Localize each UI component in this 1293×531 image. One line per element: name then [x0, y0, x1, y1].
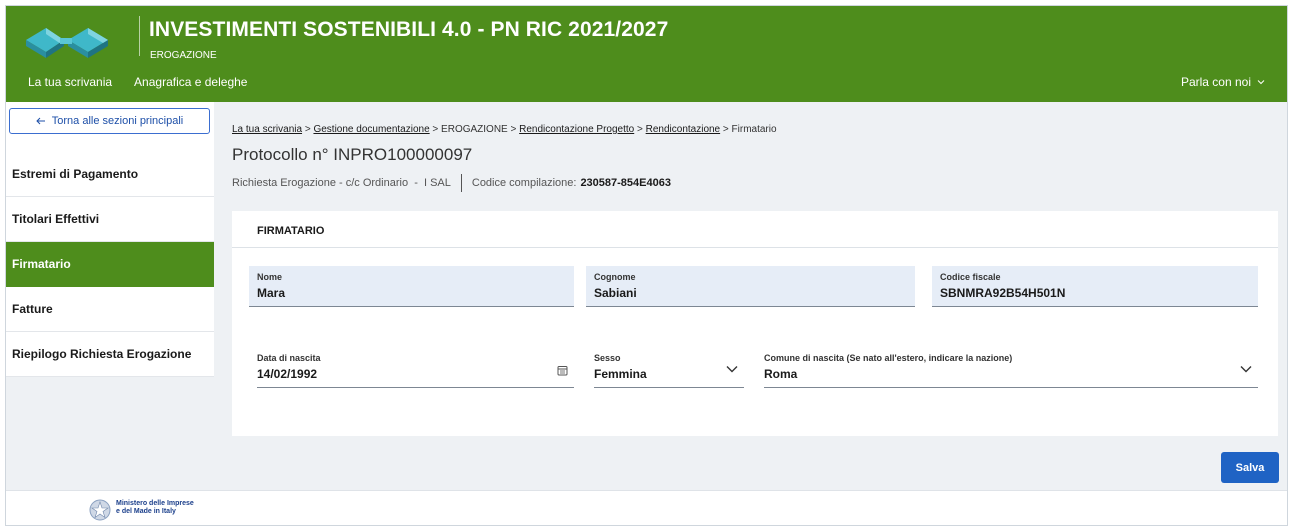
- breadcrumb-link-gestione[interactable]: Gestione documentazione: [313, 124, 429, 135]
- data-nascita-field[interactable]: Data di nascita 14/02/1992: [257, 347, 574, 388]
- comune-nascita-value: Roma: [764, 367, 798, 381]
- sidebar-item-estremi[interactable]: Estremi di Pagamento: [6, 152, 214, 197]
- sesso-select[interactable]: Sesso Femmina: [594, 347, 744, 388]
- ministry-name: Ministero delle Imprese e del Made in It…: [116, 500, 194, 516]
- code-label: Codice compilazione:: [471, 177, 577, 189]
- nome-field[interactable]: Nome Mara: [249, 266, 574, 307]
- header-divider: [139, 16, 140, 56]
- sidebar-item-firmatario[interactable]: Firmatario: [6, 242, 214, 287]
- save-button[interactable]: Salva: [1221, 452, 1279, 483]
- request-meta: Richiesta Erogazione - c/c Ordinario - I…: [232, 174, 671, 192]
- request-type: Richiesta Erogazione - c/c Ordinario - I…: [232, 177, 451, 189]
- contact-label: Parla con noi: [1180, 75, 1251, 89]
- nome-label: Nome: [257, 272, 283, 282]
- breadcrumb-link-scrivania[interactable]: La tua scrivania: [232, 124, 302, 135]
- nome-value: Mara: [257, 286, 286, 300]
- breadcrumb-link-rendicontazione[interactable]: Rendicontazione: [646, 124, 721, 135]
- app-window: INVESTIMENTI SOSTENIBILI 4.0 - PN RIC 20…: [5, 5, 1288, 526]
- breadcrumb-separator: >: [304, 124, 311, 135]
- firmatario-card: FIRMATARIO Nome Mara Cognome Sabiani Cod…: [232, 211, 1278, 436]
- contact-menu[interactable]: Parla con noi: [1181, 75, 1265, 89]
- code-value: 230587-854E4063: [580, 177, 671, 189]
- nav-item-scrivania[interactable]: La tua scrivania: [28, 75, 112, 89]
- data-nascita-label: Data di nascita: [257, 353, 321, 363]
- sidebar: Torna alle sezioni principali Estremi di…: [6, 102, 214, 377]
- chevron-down-icon: [1240, 366, 1252, 373]
- sidebar-item-riepilogo[interactable]: Riepilogo Richiesta Erogazione: [6, 332, 214, 377]
- section-divider: [232, 247, 1278, 248]
- calendar-icon[interactable]: [557, 365, 568, 376]
- ministry-line-2: e del Made in Italy: [116, 508, 176, 515]
- section-title: FIRMATARIO: [257, 225, 325, 237]
- app-subtitle: EROGAZIONE: [150, 50, 217, 61]
- codice-fiscale-label: Codice fiscale: [940, 272, 1001, 282]
- breadcrumb: La tua scrivania > Gestione documentazio…: [232, 124, 777, 135]
- ministry-line-1: Ministero delle Imprese: [116, 500, 194, 507]
- comune-nascita-select[interactable]: Comune di nascita (Se nato all'estero, i…: [764, 347, 1258, 388]
- codice-fiscale-field[interactable]: Codice fiscale SBNMRA92B54H501N: [932, 266, 1258, 307]
- breadcrumb-separator: >: [510, 124, 517, 135]
- cognome-field[interactable]: Cognome Sabiani: [586, 266, 915, 307]
- breadcrumb-link-rendicontazione-progetto[interactable]: Rendicontazione Progetto: [519, 124, 634, 135]
- codice-fiscale-value: SBNMRA92B54H501N: [940, 286, 1066, 300]
- breadcrumb-item-erogazione: EROGAZIONE: [441, 124, 508, 135]
- sidebar-item-titolari[interactable]: Titolari Effettivi: [6, 197, 214, 242]
- emblem-icon: [89, 499, 111, 521]
- chevron-down-icon: [726, 366, 738, 373]
- chevron-down-icon: [1257, 80, 1265, 85]
- back-to-sections-button[interactable]: Torna alle sezioni principali: [9, 108, 210, 134]
- meta-divider: [460, 174, 462, 192]
- breadcrumb-separator: >: [722, 124, 729, 135]
- app-title: INVESTIMENTI SOSTENIBILI 4.0 - PN RIC 20…: [149, 18, 669, 41]
- main-nav: La tua scrivania Anagrafica e deleghe: [28, 75, 247, 89]
- footer: Ministero delle Imprese e del Made in It…: [6, 490, 1287, 525]
- cognome-value: Sabiani: [594, 286, 637, 300]
- flag-stripe: [116, 520, 208, 522]
- back-label: Torna alle sezioni principali: [51, 115, 184, 127]
- arrow-left-icon: [36, 117, 45, 125]
- app-logo: [26, 28, 108, 58]
- breadcrumb-separator: >: [637, 124, 643, 135]
- sidebar-item-fatture[interactable]: Fatture: [6, 287, 214, 332]
- nav-item-anagrafica[interactable]: Anagrafica e deleghe: [134, 75, 247, 89]
- sesso-value: Femmina: [594, 367, 647, 381]
- comune-nascita-label: Comune di nascita (Se nato all'estero, i…: [764, 353, 1013, 363]
- sesso-label: Sesso: [594, 353, 621, 363]
- protocol-number: Protocollo n° INPRO100000097: [232, 145, 473, 164]
- data-nascita-value: 14/02/1992: [257, 367, 318, 381]
- header: INVESTIMENTI SOSTENIBILI 4.0 - PN RIC 20…: [6, 6, 1287, 102]
- breadcrumb-separator: >: [432, 124, 439, 135]
- breadcrumb-current: Firmatario: [731, 124, 777, 135]
- cognome-label: Cognome: [594, 272, 636, 282]
